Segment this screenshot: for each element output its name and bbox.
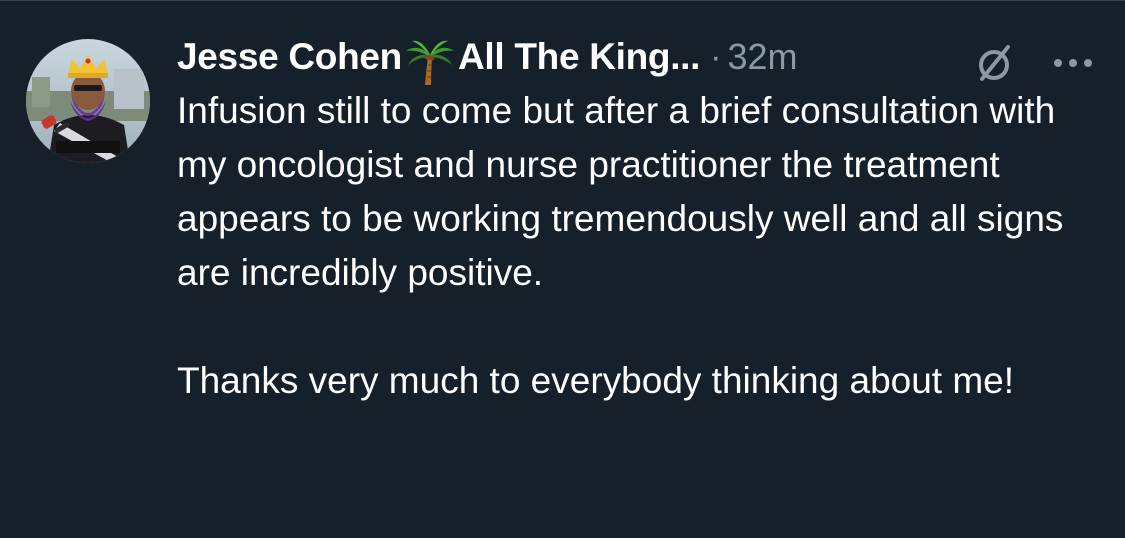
tweet-content: Jesse Cohen All The King... · 32m Infusi… [177,31,1092,408]
tweet-text: Infusion still to come but after a brief… [177,84,1077,408]
more-dots-icon[interactable] [1050,41,1096,85]
tweet-paragraph-1: Infusion still to come but after a brief… [177,90,1064,293]
grok-icon[interactable] [972,41,1016,85]
timestamp[interactable]: 32m [727,36,797,78]
avatar[interactable] [26,39,150,163]
tweet-paragraph-2: Thanks very much to everybody thinking a… [177,360,1015,401]
tweet[interactable]: Jesse Cohen All The King... · 32m Infusi… [0,0,1125,538]
avatar-image [26,39,150,163]
palm-tree-icon [404,37,456,85]
meta-separator: · [710,37,722,76]
tweet-header: Jesse Cohen All The King... · 32m [177,31,1077,85]
author-name-suffix[interactable]: All The King... [458,36,700,78]
author-name[interactable]: Jesse Cohen [177,36,402,78]
